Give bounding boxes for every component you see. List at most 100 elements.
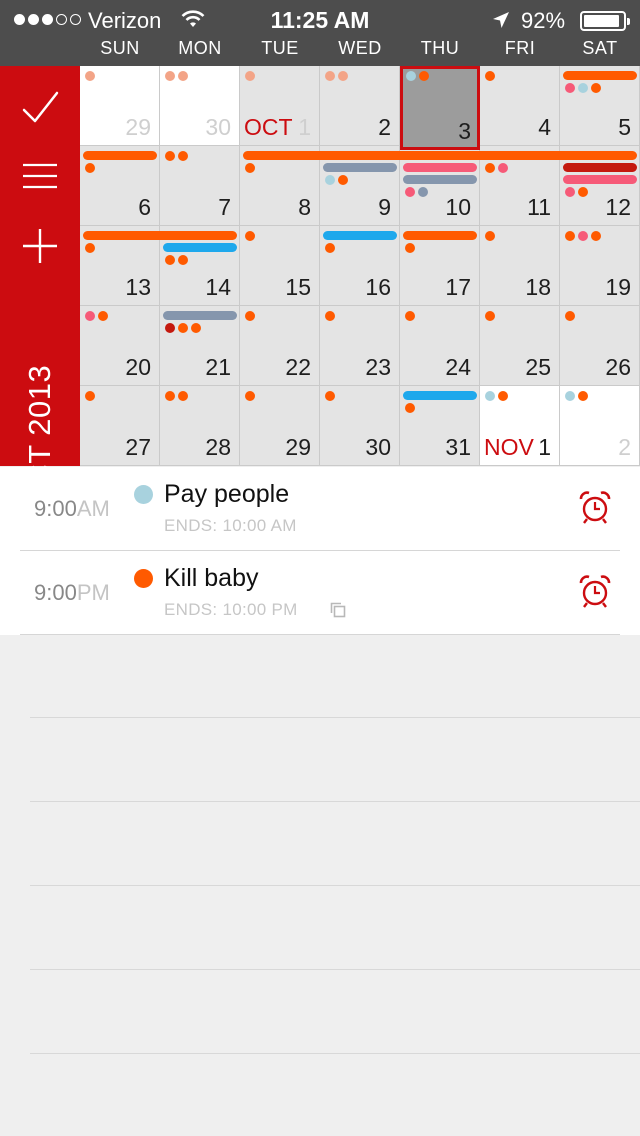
event-row[interactable]: 9:00AM Pay people ENDS: 10:00 AM <box>0 467 640 551</box>
day-cell[interactable]: 28 <box>160 386 240 466</box>
multi-day-event-bar[interactable] <box>83 231 237 240</box>
event-dots <box>485 71 495 81</box>
multi-day-event-bar[interactable] <box>323 163 397 172</box>
multi-day-event-bar[interactable] <box>403 175 477 184</box>
event-dot <box>405 187 415 197</box>
event-dot <box>178 71 188 81</box>
event-dot <box>406 71 416 81</box>
weekday-header: SUN MON TUE WED THU FRI SAT <box>80 38 640 64</box>
day-cell[interactable]: 19 <box>560 226 640 306</box>
day-cell[interactable]: 22 <box>240 306 320 386</box>
event-dots <box>565 391 588 401</box>
event-dot <box>178 255 188 265</box>
event-dot <box>325 71 335 81</box>
event-dot <box>565 391 575 401</box>
event-time-ampm: PM <box>76 580 110 605</box>
month-grid: 29 30 OCT 1 2 3 4 5 6 7 8 9 10 11 12 13 14 15 16 17 18 19 20 21… <box>80 66 640 466</box>
day-cell[interactable]: 3 <box>400 66 480 150</box>
event-dots <box>165 255 188 265</box>
day-cell[interactable]: 20 <box>80 306 160 386</box>
day-cell[interactable]: 2 <box>560 386 640 466</box>
multi-day-event-bar[interactable] <box>83 151 157 160</box>
event-dot <box>85 71 95 81</box>
event-time-ampm: AM <box>76 496 110 521</box>
event-row[interactable]: 9:00PM Kill baby ENDS: 10:00 PM <box>0 551 640 635</box>
day-cell[interactable]: 30 <box>160 66 240 146</box>
day-number: 31 <box>445 434 471 460</box>
day-cell[interactable]: 7 <box>160 146 240 226</box>
event-dots <box>85 311 108 321</box>
event-dots <box>85 163 95 173</box>
event-dot <box>565 83 575 93</box>
day-number: 21 <box>205 354 231 380</box>
add-icon[interactable] <box>20 226 60 266</box>
multi-day-event-bar[interactable] <box>323 231 397 240</box>
day-cell[interactable]: 29 <box>80 66 160 146</box>
event-dot <box>485 71 495 81</box>
event-start-time: 9:00AM <box>34 496 110 522</box>
day-cell[interactable]: 2 <box>320 66 400 146</box>
event-dot <box>178 323 188 333</box>
event-dot <box>498 391 508 401</box>
multi-day-event-bar[interactable] <box>163 243 237 252</box>
event-dot <box>578 83 588 93</box>
day-cell[interactable]: 4 <box>480 66 560 146</box>
day-cell[interactable]: 25 <box>480 306 560 386</box>
event-list: 9:00AM Pay people ENDS: 10:00 AM 9:00PM Kill… <box>0 467 640 635</box>
day-number: 1 <box>538 434 551 460</box>
multi-day-event-bar[interactable] <box>163 311 237 320</box>
event-dot <box>245 311 255 321</box>
event-dot <box>85 391 95 401</box>
day-cell[interactable]: 30 <box>320 386 400 466</box>
event-dot <box>565 187 575 197</box>
day-cell[interactable]: 15 <box>240 226 320 306</box>
location-arrow-icon <box>493 12 509 28</box>
day-number: 16 <box>365 274 391 300</box>
event-dot <box>325 311 335 321</box>
empty-row-divider <box>30 717 640 718</box>
battery-percent: 92% <box>521 8 566 33</box>
multi-day-event-bar[interactable] <box>403 391 477 400</box>
day-cell[interactable]: OCT 1 <box>240 66 320 146</box>
event-dots <box>406 71 429 81</box>
weekday-label: MON <box>178 38 222 58</box>
day-cell[interactable]: 27 <box>80 386 160 466</box>
day-cell[interactable]: 18 <box>480 226 560 306</box>
day-number: 23 <box>365 354 391 380</box>
day-number: 10 <box>445 194 471 220</box>
day-cell[interactable]: 23 <box>320 306 400 386</box>
checkmark-icon[interactable] <box>20 88 60 128</box>
weekday-label: TUE <box>261 38 299 58</box>
day-number: 4 <box>538 114 551 140</box>
event-dot <box>498 163 508 173</box>
event-dot <box>165 71 175 81</box>
day-cell[interactable]: NOV 1 <box>480 386 560 466</box>
day-cell[interactable]: 24 <box>400 306 480 386</box>
multi-day-event-bar[interactable] <box>563 163 637 172</box>
multi-day-event-bar[interactable] <box>403 163 477 172</box>
alarm-clock-icon[interactable] <box>578 574 612 610</box>
day-number: 22 <box>285 354 311 380</box>
day-number: 9 <box>378 194 391 220</box>
alarm-clock-icon[interactable] <box>578 490 612 526</box>
event-dot <box>325 175 335 185</box>
event-end-time: ENDS: 10:00 AM <box>164 516 297 535</box>
multi-day-event-bar[interactable] <box>403 231 477 240</box>
multi-day-event-bar[interactable] <box>563 71 637 80</box>
day-number: 1 <box>298 114 311 140</box>
status-bar: Verizon 11:25 AM 92% <box>0 0 640 40</box>
day-number: 27 <box>125 434 151 460</box>
day-cell[interactable]: 26 <box>560 306 640 386</box>
multi-day-event-bar[interactable] <box>563 175 637 184</box>
multi-day-event-bar[interactable] <box>243 151 637 160</box>
event-dots <box>325 175 348 185</box>
event-dot <box>565 231 575 241</box>
weekday-label: WED <box>338 38 382 58</box>
day-number: 28 <box>205 434 231 460</box>
event-dot <box>591 231 601 241</box>
weekday-label: SUN <box>100 38 140 58</box>
list-icon[interactable] <box>20 156 60 196</box>
event-start-time: 9:00PM <box>34 580 110 606</box>
sidebar: OCT 2013 <box>0 66 80 511</box>
day-cell[interactable]: 29 <box>240 386 320 466</box>
